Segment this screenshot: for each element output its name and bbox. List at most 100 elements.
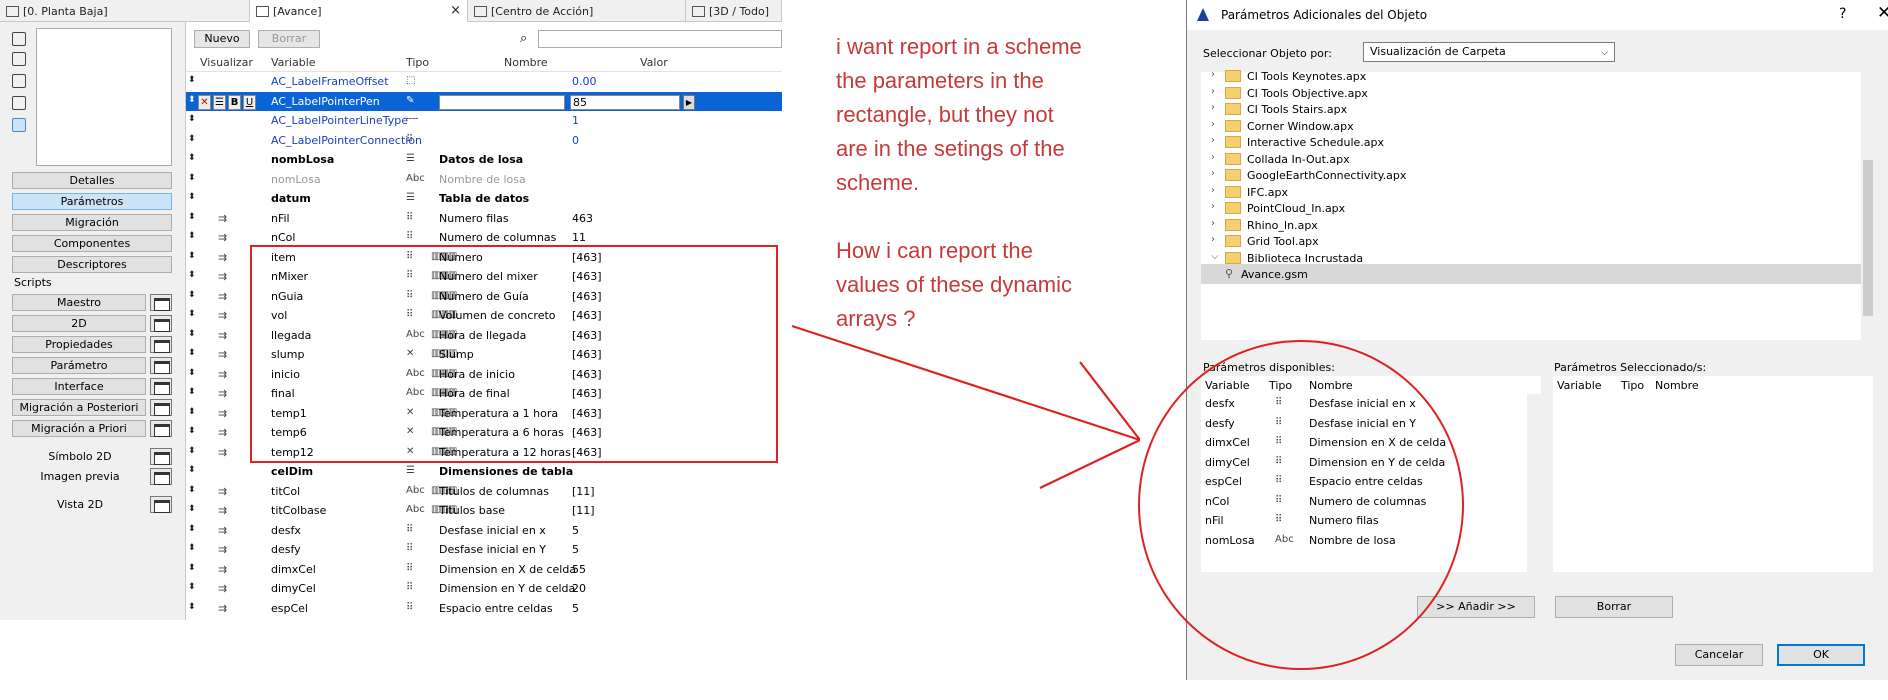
parameter-row[interactable]: ⬍ ⇉ final Abc ▥▥▥ Hora de final [463] bbox=[186, 384, 782, 404]
chevron-down-icon[interactable]: ⌵ bbox=[1211, 251, 1219, 262]
parametros-button[interactable]: Parámetros bbox=[12, 193, 172, 210]
parameter-value[interactable]: 1 bbox=[572, 114, 579, 127]
parameter-value[interactable]: 5 bbox=[572, 543, 579, 556]
visibility-icon[interactable]: ⇉ bbox=[218, 212, 227, 225]
avail-param-row[interactable]: desfx ⠿ Desfase inicial en x bbox=[1201, 394, 1511, 414]
script-propiedades-button[interactable]: Propiedades bbox=[12, 336, 146, 353]
name-input[interactable] bbox=[439, 94, 565, 110]
reorder-icon[interactable]: ⬍ bbox=[188, 251, 196, 261]
parameter-row[interactable]: ⬍ AC_LabelPointerLineType ╌╌ 1 bbox=[186, 111, 782, 131]
close-icon[interactable]: × bbox=[450, 3, 461, 18]
parameter-value[interactable]: [463] bbox=[572, 387, 602, 400]
parameter-row[interactable]: ⬍ ⇉ nMixer ⠿ ▥▥▥ Numero del mixer [463] bbox=[186, 267, 782, 287]
detalles-button[interactable]: Detalles bbox=[12, 172, 172, 189]
parameter-value[interactable]: 20 bbox=[572, 582, 586, 595]
avail-param-row[interactable]: desfy ⠿ Desfase inicial en Y bbox=[1201, 414, 1511, 434]
parameter-row[interactable]: ⬍ ⇉ item ⠿ ▥▥▥ Numero [463] bbox=[186, 248, 782, 268]
ok-button[interactable]: OK bbox=[1777, 644, 1865, 666]
chevron-right-icon[interactable]: › bbox=[1211, 102, 1215, 113]
avail-param-row[interactable]: nFil ⠿ Numero filas bbox=[1201, 511, 1511, 531]
parameter-value[interactable]: [463] bbox=[572, 251, 602, 264]
chevron-right-icon[interactable]: › bbox=[1211, 86, 1215, 97]
window-icon[interactable] bbox=[150, 448, 172, 465]
parameter-value[interactable]: [463] bbox=[572, 348, 602, 361]
reorder-icon[interactable]: ⬍ bbox=[188, 153, 196, 163]
migracion-button[interactable]: Migración bbox=[12, 214, 172, 231]
visibility-icon[interactable]: ⇉ bbox=[218, 348, 227, 361]
parameter-row[interactable]: ⬍ ⇉ dimyCel ⠿ Dimension en Y de celda 20 bbox=[186, 579, 782, 599]
visibility-icon[interactable]: ⇉ bbox=[218, 251, 227, 264]
col-variable[interactable]: Variable bbox=[1557, 379, 1602, 392]
parameter-value[interactable]: 55 bbox=[572, 563, 586, 576]
visibility-icon[interactable]: ⇉ bbox=[218, 387, 227, 400]
arrow-tool-icon[interactable] bbox=[12, 32, 26, 46]
parameter-value[interactable]: [463] bbox=[572, 446, 602, 459]
col-tipo[interactable]: Tipo bbox=[406, 56, 429, 69]
reorder-icon[interactable]: ⬍ bbox=[188, 426, 196, 436]
reorder-icon[interactable]: ⬍ bbox=[188, 212, 196, 222]
chevron-right-icon[interactable]: › bbox=[1211, 168, 1215, 179]
visibility-icon[interactable]: ⇉ bbox=[218, 602, 227, 615]
reorder-icon[interactable]: ⬍ bbox=[188, 543, 196, 553]
chevron-right-icon[interactable]: › bbox=[1211, 69, 1215, 80]
visibility-icon[interactable]: ⇉ bbox=[218, 290, 227, 303]
script-2d-button[interactable]: 2D bbox=[12, 315, 146, 332]
col-tipo[interactable]: Tipo bbox=[1621, 379, 1644, 392]
visibility-icon[interactable]: ⇉ bbox=[218, 582, 227, 595]
visibility-icon[interactable]: ⇉ bbox=[218, 485, 227, 498]
parameter-value[interactable]: 5 bbox=[572, 524, 579, 537]
visibility-icon[interactable]: ⇉ bbox=[218, 524, 227, 537]
parameter-row[interactable]: ⬍ ⇉ vol ⠿ ▥▥▥ Volumen de concreto [463] bbox=[186, 306, 782, 326]
parameter-row[interactable]: ⬍ ⇉ nGuia ⠿ ▥▥▥ Numero de Guía [463] bbox=[186, 287, 782, 307]
parameter-value[interactable]: [463] bbox=[572, 290, 602, 303]
avail-scrollbar[interactable] bbox=[1527, 394, 1541, 572]
script-parametro-button[interactable]: Parámetro bbox=[12, 357, 146, 374]
parameter-value[interactable]: [11] bbox=[572, 504, 595, 517]
close-icon[interactable]: ✕ bbox=[1877, 3, 1888, 23]
parameter-row[interactable]: ⬍ ⇉ desfy ⠿ Desfase inicial en Y 5 bbox=[186, 540, 782, 560]
script-interface-button[interactable]: Interface bbox=[12, 378, 146, 395]
window-icon[interactable] bbox=[150, 378, 172, 395]
nuevo-button[interactable]: Nuevo bbox=[194, 30, 250, 48]
chevron-right-icon[interactable]: › bbox=[1211, 119, 1215, 130]
window-icon[interactable] bbox=[150, 399, 172, 416]
list-icon[interactable]: ☰ bbox=[213, 94, 226, 110]
delete-button[interactable]: Borrar bbox=[1555, 596, 1673, 618]
delete-icon[interactable]: ✕ bbox=[198, 94, 211, 110]
reorder-icon[interactable]: ⬍ bbox=[188, 582, 196, 592]
parameter-value[interactable]: 5 bbox=[572, 602, 579, 615]
help-icon[interactable]: ? bbox=[1839, 6, 1846, 22]
script-migracion-posteriori-button[interactable]: Migración a Posteriori bbox=[12, 399, 146, 416]
parameter-value[interactable]: [463] bbox=[572, 270, 602, 283]
cancel-button[interactable]: Cancelar bbox=[1675, 644, 1763, 666]
parameter-row[interactable]: ⬍ ⇉ temp6 ✕ ▥▥▥ Temperatura a 6 horas [463] bbox=[186, 423, 782, 443]
descriptores-button[interactable]: Descriptores bbox=[12, 256, 172, 273]
col-tipo[interactable]: Tipo bbox=[1269, 379, 1292, 392]
borrar-button[interactable]: Borrar bbox=[258, 30, 320, 48]
col-nombre[interactable]: Nombre bbox=[1655, 379, 1699, 392]
reorder-icon[interactable]: ⬍ bbox=[188, 192, 196, 202]
parameter-row[interactable]: ⬍ ⇉ temp1 ✕ ▥▥▥ Temperatura a 1 hora [463] bbox=[186, 404, 782, 424]
parameter-value[interactable]: [463] bbox=[572, 329, 602, 342]
reorder-icon[interactable]: ⬍ bbox=[188, 173, 196, 183]
parameter-row[interactable]: ⬍ ⇉ llegada Abc ▥▥▥ Hora de llegada [463] bbox=[186, 326, 782, 346]
chevron-right-icon[interactable]: › bbox=[1211, 234, 1215, 245]
chevron-right-icon[interactable]: › bbox=[1211, 201, 1215, 212]
parameter-value[interactable]: [463] bbox=[572, 426, 602, 439]
reorder-icon[interactable]: ⬍ bbox=[188, 309, 196, 319]
avail-param-row[interactable]: dimxCel ⠿ Dimension en X de celda bbox=[1201, 433, 1511, 453]
tab-centro-accion[interactable]: [Centro de Acción] bbox=[468, 0, 686, 22]
parameter-row[interactable]: ⬍ AC_LabelPointerConnection ⠿ 0 bbox=[186, 131, 782, 151]
tab-3d[interactable]: [3D / Todo] bbox=[686, 0, 782, 22]
reorder-icon[interactable]: ⬍ bbox=[188, 407, 196, 417]
reorder-icon[interactable]: ⬍ bbox=[188, 95, 196, 105]
parameter-row[interactable]: ⬍ ⇉ temp12 ✕ ▥▥▥ Temperatura a 12 horas [463] bbox=[186, 443, 782, 463]
tree-scroll-thumb[interactable] bbox=[1863, 160, 1873, 316]
parameter-row[interactable]: ⬍ celDim ☰ Dimensiones de tabla bbox=[186, 462, 782, 482]
col-visualizar[interactable]: Visualizar bbox=[200, 56, 253, 69]
reorder-icon[interactable]: ⬍ bbox=[188, 563, 196, 573]
parameter-value[interactable]: [463] bbox=[572, 368, 602, 381]
script-migracion-priori-button[interactable]: Migración a Priori bbox=[12, 420, 146, 437]
script-maestro-button[interactable]: Maestro bbox=[12, 294, 146, 311]
window-icon[interactable] bbox=[150, 496, 172, 513]
